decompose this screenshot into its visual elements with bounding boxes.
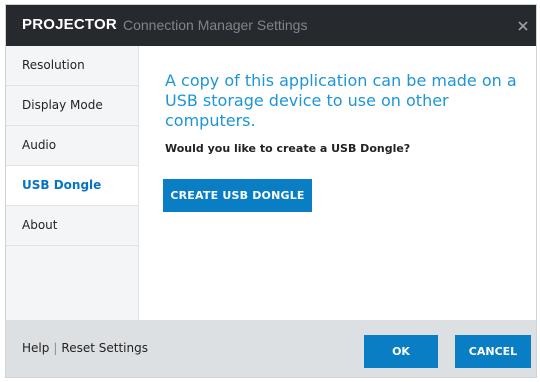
sidebar-item-audio[interactable]: Audio — [6, 126, 138, 166]
usb-dongle-heading: A copy of this application can be made o… — [165, 71, 517, 130]
settings-window: PROJECTOR Connection Manager Settings Re… — [5, 4, 537, 378]
footer-links: Help | Reset Settings — [22, 341, 148, 355]
sidebar-item-usb-dongle[interactable]: USB Dongle — [6, 166, 138, 206]
footer-separator: | — [53, 341, 58, 355]
title-bar: PROJECTOR Connection Manager Settings — [6, 5, 536, 46]
cancel-button[interactable]: CANCEL — [455, 335, 531, 368]
help-link[interactable]: Help — [22, 341, 49, 355]
ok-button[interactable]: OK — [364, 335, 438, 368]
usb-dongle-question: Would you like to create a USB Dongle? — [165, 142, 411, 155]
close-icon[interactable] — [514, 17, 532, 35]
app-brand: PROJECTOR — [22, 16, 117, 33]
settings-sidebar: Resolution Display Mode Audio USB Dongle… — [6, 46, 139, 320]
content-panel: A copy of this application can be made o… — [139, 46, 536, 320]
create-usb-dongle-button[interactable]: CREATE USB DONGLE — [163, 179, 312, 212]
sidebar-item-resolution[interactable]: Resolution — [6, 46, 138, 86]
reset-settings-link[interactable]: Reset Settings — [61, 341, 148, 355]
sidebar-item-about[interactable]: About — [6, 206, 138, 246]
sidebar-item-display-mode[interactable]: Display Mode — [6, 86, 138, 126]
window-title: Connection Manager Settings — [123, 17, 308, 33]
footer-bar: Help | Reset Settings OK CANCEL — [6, 320, 536, 377]
